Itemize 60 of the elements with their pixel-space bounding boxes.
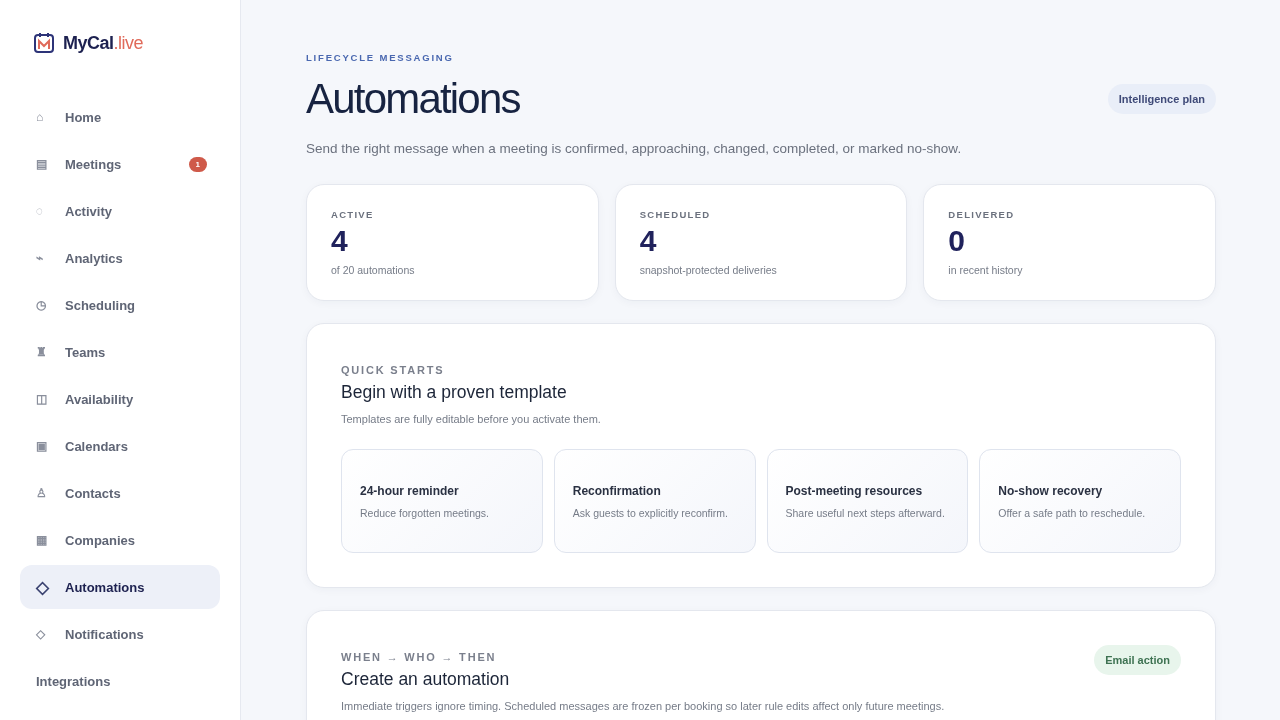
calendar-logo-icon bbox=[33, 32, 55, 54]
stat-label: ACTIVE bbox=[331, 209, 375, 220]
nav-item[interactable]: ♙ Contacts bbox=[20, 471, 220, 515]
section-eyebrow: WHEN → WHO → THEN bbox=[341, 651, 498, 663]
nav-item[interactable]: ⌂ Home bbox=[20, 95, 220, 139]
nav-icon: ◇ bbox=[36, 627, 65, 641]
nav-icon: ♙ bbox=[36, 486, 65, 500]
nav-item[interactable]: ♜ Teams bbox=[20, 330, 220, 374]
brand-name: MyCal.live bbox=[63, 32, 144, 54]
section-eyebrow: QUICK STARTS bbox=[341, 364, 446, 376]
nav-icon: ◌ bbox=[36, 204, 65, 218]
nav-icon: ♜ bbox=[36, 345, 65, 359]
stat-value: 4 bbox=[331, 224, 349, 258]
nav-item[interactable]: ▣ Calendars bbox=[20, 424, 220, 468]
stat-label: DELIVERED bbox=[948, 209, 1016, 220]
template-title: Reconfirmation bbox=[572, 484, 662, 498]
nav-icon: ▣ bbox=[36, 439, 65, 453]
nav-icon: ⌂ bbox=[36, 110, 65, 124]
nav-icon: ⌁ bbox=[36, 251, 65, 265]
nav-item[interactable]: ◫ Availability bbox=[20, 377, 220, 421]
stat-note: snapshot-protected deliveries bbox=[639, 264, 778, 276]
section-title: Begin with a proven template bbox=[341, 382, 568, 403]
template-title: 24-hour reminder bbox=[360, 484, 460, 498]
nav-item[interactable]: Integrations bbox=[20, 659, 220, 703]
count-badge: 1 bbox=[188, 156, 207, 172]
nav-icon: ◫ bbox=[36, 392, 65, 406]
template-card[interactable]: 24-hour reminder Reduce forgotten meetings. bbox=[341, 449, 543, 553]
nav-icon: ◇ bbox=[36, 576, 65, 598]
nav-item[interactable]: ▤ Meetings 1 bbox=[20, 142, 220, 186]
nav-icon: ▦ bbox=[36, 533, 65, 547]
template-description: Reduce forgotten meetings. bbox=[360, 507, 490, 519]
template-card[interactable]: Reconfirmation Ask guests to explicitly reconfirm. bbox=[553, 449, 756, 553]
nav-item[interactable]: ◌ Activity bbox=[20, 189, 220, 233]
section-description: Immediate triggers ignore timing. Scheduled messages are frozen per booking so later rule edits affect only future meetings. bbox=[341, 700, 946, 712]
stat-note: of 20 automations bbox=[331, 264, 416, 276]
page-eyebrow: LIFECYCLE MESSAGING bbox=[306, 52, 455, 63]
template-card[interactable]: No-show recovery Offer a safe path to reschedule. bbox=[979, 449, 1181, 553]
nav-item[interactable]: ▦ Companies bbox=[20, 518, 220, 562]
section-description: Templates are fully editable before you activate them. bbox=[341, 413, 602, 425]
plan-badge: Intelligence plan bbox=[1107, 84, 1216, 114]
nav-icon: ▤ bbox=[36, 157, 65, 171]
nav-icon: ◷ bbox=[36, 298, 65, 312]
nav-item[interactable]: ◇ Automations bbox=[20, 565, 220, 609]
stat-value: 0 bbox=[948, 224, 966, 258]
nav-item[interactable]: ◇ Notifications bbox=[20, 612, 220, 656]
template-title: Post-meeting resources bbox=[785, 484, 924, 498]
action-badge: Email action bbox=[1094, 645, 1181, 675]
template-description: Offer a safe path to reschedule. bbox=[998, 507, 1147, 519]
template-card[interactable]: Post-meeting resources Share useful next steps afterward. bbox=[766, 449, 969, 553]
template-title: No-show recovery bbox=[998, 484, 1104, 498]
section-title: Create an automation bbox=[341, 669, 510, 690]
nav-item[interactable]: ⌁ Analytics bbox=[20, 236, 220, 280]
page-subtitle: Send the right message when a meeting is confirmed, approaching, changed, completed, or marked no-show. bbox=[306, 141, 963, 156]
stat-value: 4 bbox=[639, 224, 658, 258]
template-description: Ask guests to explicitly reconfirm. bbox=[572, 507, 729, 519]
stat-note: in recent history bbox=[948, 264, 1024, 276]
stat-label: SCHEDULED bbox=[639, 209, 712, 220]
template-description: Share useful next steps afterward. bbox=[785, 507, 946, 519]
nav-item[interactable]: ◷ Scheduling bbox=[20, 283, 220, 327]
page-title: Automations bbox=[306, 75, 520, 123]
